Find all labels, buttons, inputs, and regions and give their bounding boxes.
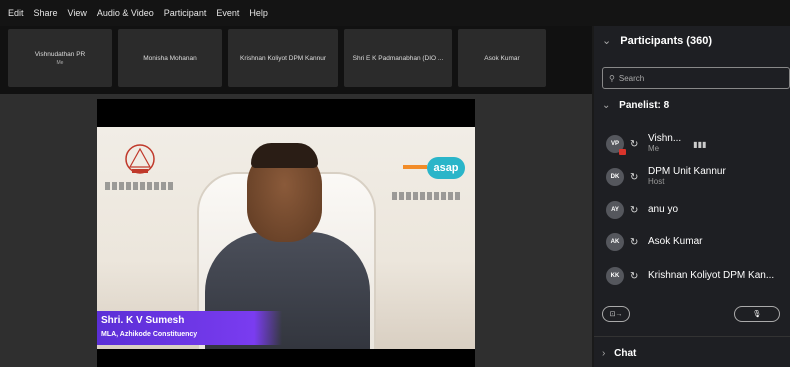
record-icon bbox=[619, 149, 626, 155]
video-tile[interactable]: Shri E K Padmanabhan (DIO ... bbox=[344, 29, 452, 87]
tile-name: Monisha Mohanan bbox=[143, 54, 197, 62]
mute-button[interactable]: 🎙 bbox=[734, 306, 780, 322]
spinner-icon: ↻ bbox=[630, 138, 639, 150]
participant-name: Vishn... bbox=[648, 133, 682, 144]
participant-row[interactable]: AK ↻ Asok Kumar bbox=[606, 228, 790, 256]
spinner-icon: ↻ bbox=[630, 171, 639, 183]
menu-participant[interactable]: Participant bbox=[164, 8, 207, 18]
tile-name: Krishnan Koliyot DPM Kannur bbox=[240, 54, 326, 62]
speaker-hair bbox=[251, 143, 318, 168]
audio-level-icon: ▮▮▮ bbox=[693, 139, 707, 149]
tile-name: Asok Kumar bbox=[484, 54, 520, 62]
avatar: DK bbox=[606, 168, 624, 186]
video-frame: asap Shri. K V Sumesh MLA, Azhikode Cons… bbox=[97, 127, 475, 349]
video-tile[interactable]: Vishnudathan PR Me bbox=[8, 29, 112, 87]
video-tile[interactable]: Monisha Mohanan bbox=[118, 29, 222, 87]
spinner-icon: ↻ bbox=[630, 204, 639, 216]
participants-header[interactable]: ⌄ Participants (360) bbox=[602, 34, 712, 47]
panelist-label: Panelist: 8 bbox=[619, 100, 670, 111]
search-icon: ⚲ bbox=[609, 73, 615, 83]
menu-bar: Edit Share View Audio & Video Participan… bbox=[0, 0, 790, 26]
avatar: KK bbox=[606, 267, 624, 285]
participants-panel: ⌄ Participants (360) ⚲ Search ⌄ Panelist… bbox=[594, 26, 790, 367]
menu-edit[interactable]: Edit bbox=[8, 8, 24, 18]
share-screen-button[interactable]: ⊡→ bbox=[602, 306, 630, 322]
video-tile[interactable]: Krishnan Koliyot DPM Kannur bbox=[228, 29, 338, 87]
participants-title: Participants (360) bbox=[620, 35, 712, 47]
participant-name: DPM Unit Kannur bbox=[648, 166, 726, 177]
asap-logo-bar bbox=[403, 165, 427, 169]
menu-share[interactable]: Share bbox=[34, 8, 58, 18]
participant-name: Asok Kumar bbox=[648, 236, 703, 247]
active-speaker-video[interactable]: asap Shri. K V Sumesh MLA, Azhikode Cons… bbox=[97, 99, 475, 367]
menu-event[interactable]: Event bbox=[216, 8, 239, 18]
panelist-section-header[interactable]: ⌄ Panelist: 8 bbox=[602, 100, 669, 111]
main-stage: asap Shri. K V Sumesh MLA, Azhikode Cons… bbox=[0, 94, 592, 367]
tile-name: Vishnudathan PR bbox=[34, 50, 86, 58]
avatar: VP bbox=[606, 135, 626, 155]
divider bbox=[594, 336, 790, 337]
chat-section-header[interactable]: › Chat bbox=[602, 348, 636, 359]
menu-view[interactable]: View bbox=[68, 8, 87, 18]
lower-third-banner: Shri. K V Sumesh MLA, Azhikode Constitue… bbox=[97, 311, 282, 345]
participant-name: Krishnan Koliyot DPM Kan... bbox=[648, 270, 775, 281]
speaker-role: MLA, Azhikode Constituency bbox=[101, 331, 198, 338]
spinner-icon: ↻ bbox=[630, 236, 639, 248]
tile-name: Shri E K Padmanabhan (DIO ... bbox=[352, 54, 444, 62]
video-thumbnail-strip: Vishnudathan PR Me Monisha Mohanan Krish… bbox=[0, 26, 592, 94]
chat-label: Chat bbox=[614, 348, 637, 359]
menu-audio-video[interactable]: Audio & Video bbox=[97, 8, 154, 18]
participant-name: anu yo bbox=[648, 204, 679, 215]
chevron-down-icon: ⌄ bbox=[602, 100, 611, 111]
speaker-name: Shri. K V Sumesh bbox=[101, 315, 185, 326]
asap-logo: asap bbox=[427, 157, 465, 179]
participant-sub: Host bbox=[648, 177, 665, 186]
search-placeholder: Search bbox=[618, 73, 645, 83]
participant-sub: Me bbox=[648, 144, 660, 153]
chevron-down-icon: ⌄ bbox=[602, 35, 612, 47]
chevron-right-icon: › bbox=[602, 348, 606, 359]
tile-sub: Me bbox=[56, 59, 64, 66]
participant-row[interactable]: DK ↻ DPM Unit Kannur Host bbox=[606, 163, 790, 191]
avatar: AK bbox=[606, 233, 624, 251]
participant-row[interactable]: VP ↻ Vishn... Me ▮▮▮ bbox=[606, 130, 790, 158]
menu-help[interactable]: Help bbox=[249, 8, 268, 18]
emblem-caption bbox=[105, 182, 175, 190]
participant-row[interactable]: KK ↻ Krishnan Koliyot DPM Kan... bbox=[606, 262, 790, 290]
avatar: AY bbox=[606, 201, 624, 219]
asap-caption bbox=[392, 192, 462, 200]
kerala-emblem-icon bbox=[125, 144, 155, 174]
spinner-icon: ↻ bbox=[630, 270, 639, 282]
video-tile[interactable]: Asok Kumar bbox=[458, 29, 546, 87]
search-input[interactable]: ⚲ Search bbox=[602, 67, 790, 89]
participant-row[interactable]: AY ↻ anu yo bbox=[606, 196, 790, 224]
